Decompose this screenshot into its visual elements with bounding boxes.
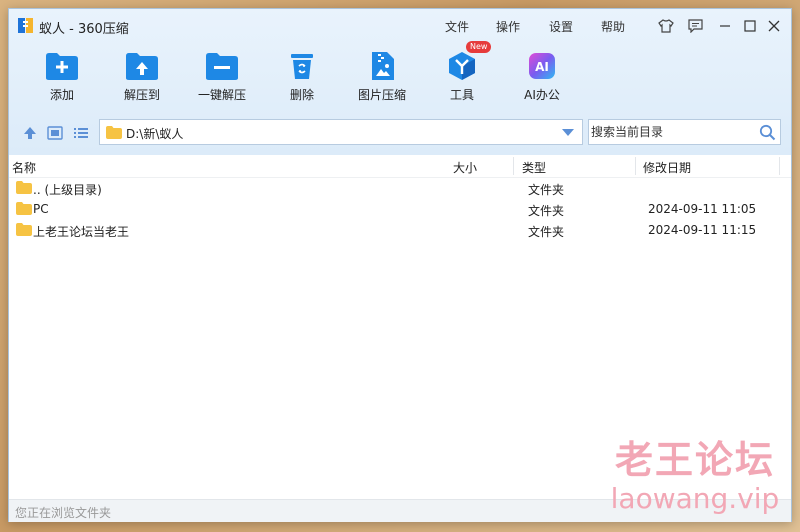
window-chrome: 蚁人 - 360压缩 文件 操作 设置 帮助 添加 解压到 一键解压 删除 图片… xyxy=(9,9,791,155)
menu-help[interactable]: 帮助 xyxy=(601,18,625,35)
minimize-icon xyxy=(720,25,730,27)
column-size[interactable]: 大小 xyxy=(453,159,477,176)
up-button[interactable] xyxy=(22,125,40,141)
column-type[interactable]: 类型 xyxy=(522,159,546,176)
tshirt-icon xyxy=(658,19,674,33)
feedback-button[interactable] xyxy=(684,15,706,37)
window-title: 蚁人 - 360压缩 xyxy=(39,22,129,37)
maximize-button[interactable] xyxy=(739,15,761,37)
title-bar[interactable]: 蚁人 - 360压缩 文件 操作 设置 帮助 xyxy=(9,9,791,43)
folder-icon xyxy=(16,223,32,236)
list-view-button[interactable] xyxy=(73,125,91,141)
ai-office-button[interactable]: AI AI办公 xyxy=(502,45,582,103)
ai-office-label: AI办公 xyxy=(524,88,560,102)
minimize-button[interactable] xyxy=(714,15,736,37)
column-separator[interactable] xyxy=(513,157,514,175)
folder-icon xyxy=(16,202,32,215)
watermark-url: laowang.vip xyxy=(610,482,780,515)
one-click-extract-button[interactable]: 一键解压 xyxy=(182,45,262,103)
maximize-icon xyxy=(744,20,756,32)
arrow-up-icon xyxy=(24,127,36,139)
table-row[interactable]: .. (上级目录) 文件夹 xyxy=(9,178,791,199)
new-badge: New xyxy=(466,41,492,53)
app-window: 蚁人 - 360压缩 文件 操作 设置 帮助 添加 解压到 一键解压 删除 图片… xyxy=(8,8,792,522)
menu-operation[interactable]: 操作 xyxy=(496,18,520,35)
main-toolbar: 添加 解压到 一键解压 删除 图片压缩 New 工具 AI AI办公 xyxy=(9,41,791,115)
table-row[interactable]: PC 文件夹 2024-09-11 11:05 xyxy=(9,199,791,220)
one-click-extract-icon xyxy=(206,53,238,80)
image-compress-button[interactable]: 图片压缩 xyxy=(342,45,422,103)
watermark: 老王论坛 laowang.vip xyxy=(605,441,785,513)
tools-button[interactable]: New 工具 xyxy=(422,41,502,103)
file-list: .. (上级目录) 文件夹 PC 文件夹 2024-09-11 11:05 上老… xyxy=(9,178,791,241)
ai-office-icon: AI xyxy=(529,53,555,79)
file-date: 2024-09-11 11:15 xyxy=(648,223,757,237)
skin-button[interactable] xyxy=(655,15,677,37)
menu-settings[interactable]: 设置 xyxy=(549,18,573,35)
column-separator[interactable] xyxy=(635,157,636,175)
add-button[interactable]: 添加 xyxy=(22,45,102,103)
delete-button[interactable]: 删除 xyxy=(262,45,342,103)
column-header: 名称 大小 类型 修改日期 xyxy=(9,155,791,178)
search-box[interactable] xyxy=(588,119,781,145)
file-type: 文件夹 xyxy=(528,204,565,218)
add-icon xyxy=(46,53,78,80)
extract-to-button[interactable]: 解压到 xyxy=(102,45,182,103)
column-date[interactable]: 修改日期 xyxy=(643,159,691,176)
file-date: 2024-09-11 11:05 xyxy=(648,202,757,216)
folder-icon xyxy=(16,181,32,194)
address-bar[interactable]: D:\新\蚁人 xyxy=(99,119,583,145)
tools-icon xyxy=(449,52,475,80)
file-name: .. (上级目录) xyxy=(33,183,102,197)
image-compress-icon xyxy=(372,52,394,80)
watermark-text: 老王论坛 xyxy=(614,438,775,482)
one-click-extract-label: 一键解压 xyxy=(197,88,246,102)
address-path: D:\新\蚁人 xyxy=(126,127,184,141)
file-name: PC xyxy=(33,202,49,216)
image-compress-label: 图片压缩 xyxy=(357,88,406,102)
menu-file[interactable]: 文件 xyxy=(445,18,469,35)
thumbnail-view-button[interactable] xyxy=(47,125,65,141)
close-icon xyxy=(768,20,780,32)
add-label: 添加 xyxy=(49,88,74,102)
navigation-bar: D:\新\蚁人 xyxy=(9,117,791,149)
chevron-down-icon[interactable] xyxy=(562,129,574,137)
app-logo-icon xyxy=(18,18,33,33)
column-separator[interactable] xyxy=(779,157,780,175)
file-name: 上老王论坛当老王 xyxy=(33,225,130,239)
file-type: 文件夹 xyxy=(528,183,565,197)
column-name[interactable]: 名称 xyxy=(12,159,36,176)
status-text: 您正在浏览文件夹 xyxy=(15,506,112,520)
extract-to-label: 解压到 xyxy=(123,88,160,102)
message-icon xyxy=(687,19,703,33)
extract-to-icon xyxy=(126,53,158,80)
ai-icon-text: AI xyxy=(535,60,549,74)
folder-icon xyxy=(106,126,122,139)
table-row[interactable]: 上老王论坛当老王 文件夹 2024-09-11 11:15 xyxy=(9,220,791,241)
tools-label: 工具 xyxy=(449,88,474,102)
search-input[interactable] xyxy=(591,122,751,142)
list-view-icon xyxy=(74,128,88,138)
close-button[interactable] xyxy=(763,15,785,37)
search-icon[interactable] xyxy=(759,124,776,141)
delete-icon xyxy=(291,54,313,79)
thumbnail-view-icon xyxy=(47,126,63,140)
file-type: 文件夹 xyxy=(528,225,565,239)
delete-label: 删除 xyxy=(289,88,314,102)
